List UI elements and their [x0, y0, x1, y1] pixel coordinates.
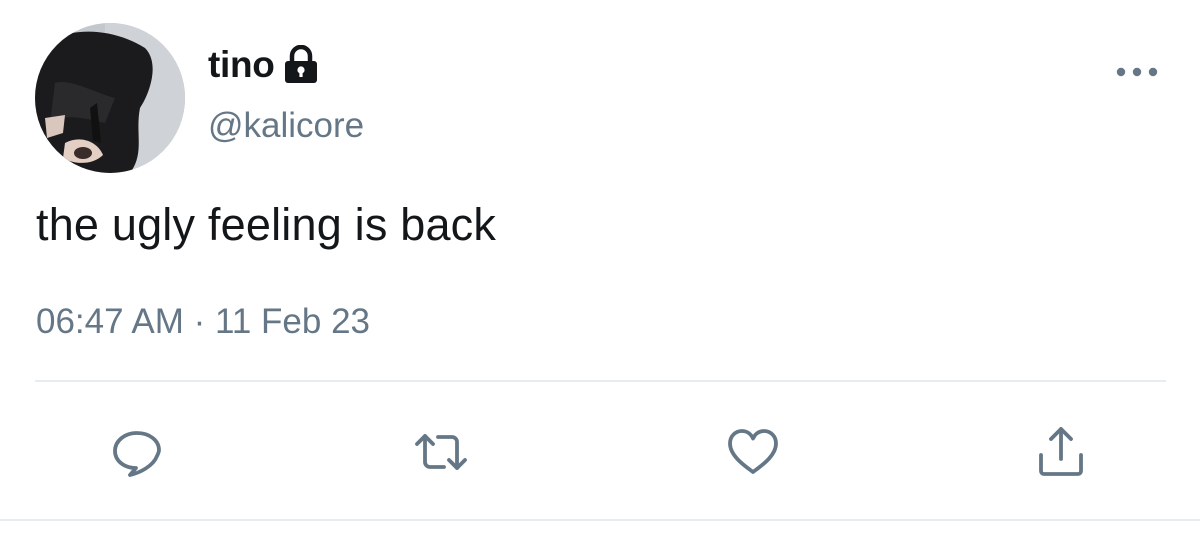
tweet-text: the ugly feeling is back: [36, 199, 497, 250]
more-options-icon[interactable]: [1115, 64, 1159, 80]
reply-button[interactable]: [109, 424, 165, 480]
retweet-icon: [415, 434, 467, 470]
bottom-divider: [0, 519, 1200, 521]
display-name-row: tino: [208, 40, 319, 90]
timestamp[interactable]: 06:47 AM · 11 Feb 23: [36, 302, 370, 342]
share-button[interactable]: [1033, 424, 1089, 480]
divider: [35, 380, 1166, 382]
like-button[interactable]: [725, 424, 781, 480]
avatar-image: [35, 23, 185, 173]
share-icon: [1039, 427, 1083, 476]
retweet-button[interactable]: [413, 424, 469, 480]
lock-icon: [283, 44, 319, 85]
heart-icon: [728, 429, 778, 474]
tweet-card: tino @kalicore the ugly feeling is back …: [0, 0, 1200, 539]
reply-icon: [113, 431, 161, 477]
avatar[interactable]: [35, 23, 185, 173]
display-name[interactable]: tino: [208, 44, 275, 86]
handle[interactable]: @kalicore: [208, 106, 364, 146]
